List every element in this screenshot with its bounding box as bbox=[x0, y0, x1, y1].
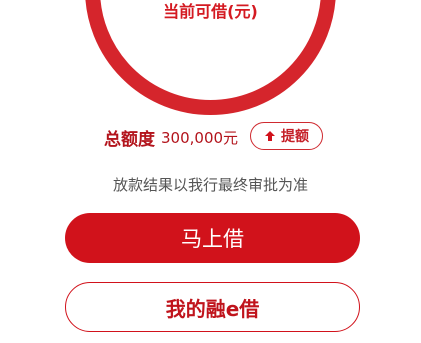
raise-limit-label: 提额 bbox=[281, 129, 309, 145]
total-limit-row: 总额度 300,000元 bbox=[104, 124, 238, 150]
borrow-now-button[interactable]: 马上借 bbox=[65, 213, 360, 263]
approval-notice: 放款结果以我行最终审批为准 bbox=[112, 176, 308, 194]
arrow-up-icon bbox=[265, 131, 275, 141]
total-limit-label: 总额度 bbox=[104, 129, 155, 150]
total-limit-amount: 300,000元 bbox=[161, 128, 239, 147]
my-loans-button[interactable]: 我的融e借 bbox=[65, 282, 360, 332]
raise-limit-button[interactable]: 提额 bbox=[250, 122, 323, 150]
available-quota-label: 当前可借(元) bbox=[163, 2, 258, 21]
